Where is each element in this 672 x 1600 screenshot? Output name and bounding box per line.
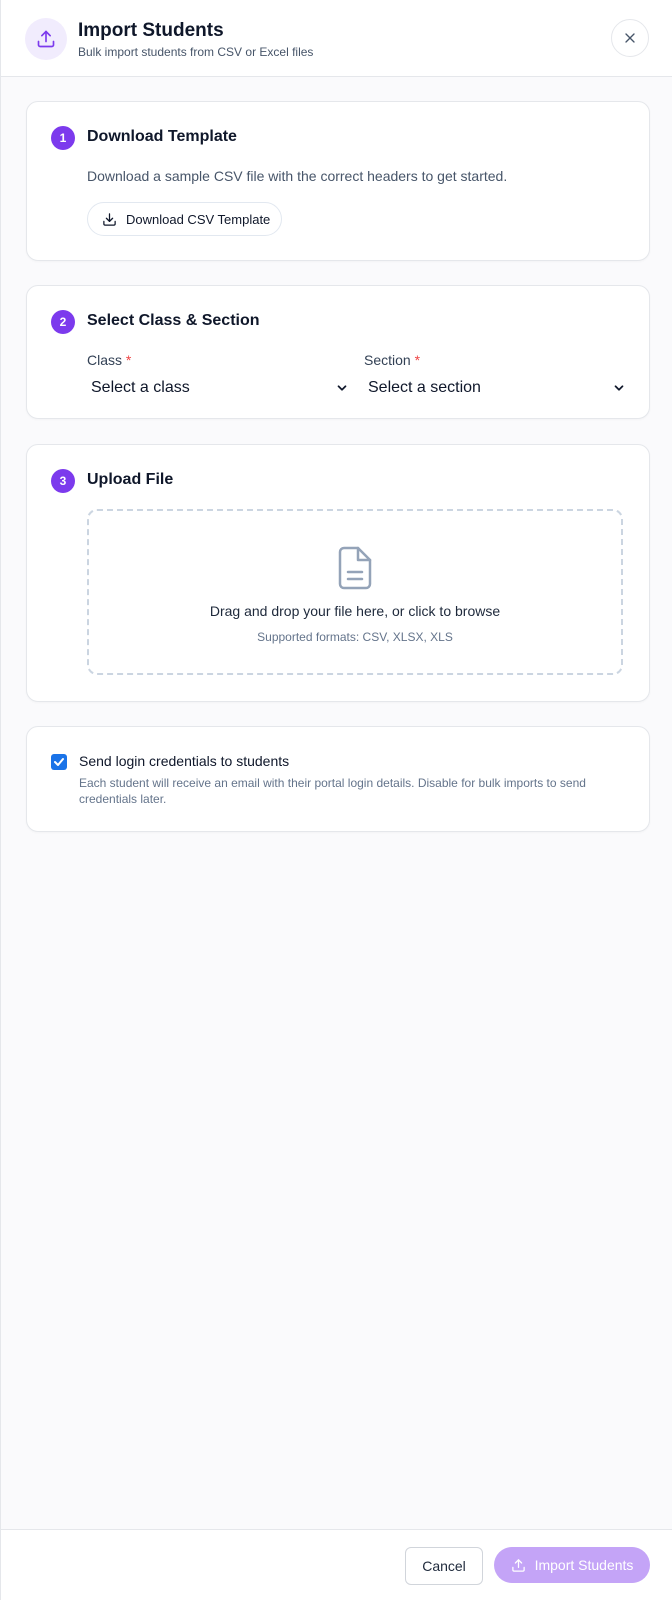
step-number-badge: 1 xyxy=(51,126,75,150)
close-button[interactable] xyxy=(611,19,649,57)
close-icon xyxy=(625,33,635,43)
import-students-button[interactable]: Import Students xyxy=(494,1547,650,1583)
step-upload-file: 3 Upload File Drag and drop your file he… xyxy=(26,444,650,702)
file-dropzone[interactable]: Drag and drop your file here, or click t… xyxy=(87,509,623,675)
page-title: Import Students xyxy=(78,20,224,41)
send-credentials-help: Each student will receive an email with … xyxy=(79,776,586,806)
step-select-class-section: 2 Select Class & Section Class * Select … xyxy=(26,285,650,419)
file-icon xyxy=(338,546,372,590)
step-title: Download Template xyxy=(87,128,237,145)
import-button-label: Import Students xyxy=(534,1557,634,1573)
cancel-button[interactable]: Cancel xyxy=(405,1547,483,1585)
section-label: Section * xyxy=(364,352,421,368)
chevron-down-icon xyxy=(614,385,624,391)
download-button-label: Download CSV Template xyxy=(126,211,271,227)
required-marker: * xyxy=(125,352,132,368)
step-description: Download a sample CSV file with the corr… xyxy=(87,168,508,184)
checkmark-icon xyxy=(54,758,64,766)
section-select-value: Select a section xyxy=(368,379,481,396)
step-download-template: 1 Download Template Download a sample CS… xyxy=(26,101,650,261)
upload-icon xyxy=(25,18,67,60)
required-marker: * xyxy=(414,352,421,368)
step-title: Select Class & Section xyxy=(87,312,260,329)
send-credentials-label[interactable]: Send login credentials to students xyxy=(79,753,289,769)
class-select-value: Select a class xyxy=(91,379,190,396)
download-icon xyxy=(103,212,116,226)
chevron-down-icon xyxy=(337,385,347,391)
panel-header: Import Students Bulk import students fro… xyxy=(1,0,672,77)
section-select[interactable]: Select a section xyxy=(364,374,626,402)
send-credentials-checkbox[interactable] xyxy=(51,754,67,770)
class-select[interactable]: Select a class xyxy=(87,374,349,402)
step-number-badge: 3 xyxy=(51,469,75,493)
upload-icon xyxy=(511,1558,525,1572)
download-template-button[interactable]: Download CSV Template xyxy=(87,202,282,236)
dropzone-text: Drag and drop your file here, or click t… xyxy=(209,603,501,619)
import-students-panel: Import Students Bulk import students fro… xyxy=(0,0,672,1600)
supported-formats-text: Supported formats: CSV, XLSX, XLS xyxy=(257,630,453,644)
step-number-badge: 2 xyxy=(51,310,75,334)
credentials-option-card: Send login credentials to students Each … xyxy=(26,726,650,832)
step-title: Upload File xyxy=(87,471,174,488)
page-subtitle: Bulk import students from CSV or Excel f… xyxy=(78,45,314,59)
panel-footer: Cancel Import Students xyxy=(1,1529,672,1600)
class-label: Class * xyxy=(87,352,132,368)
